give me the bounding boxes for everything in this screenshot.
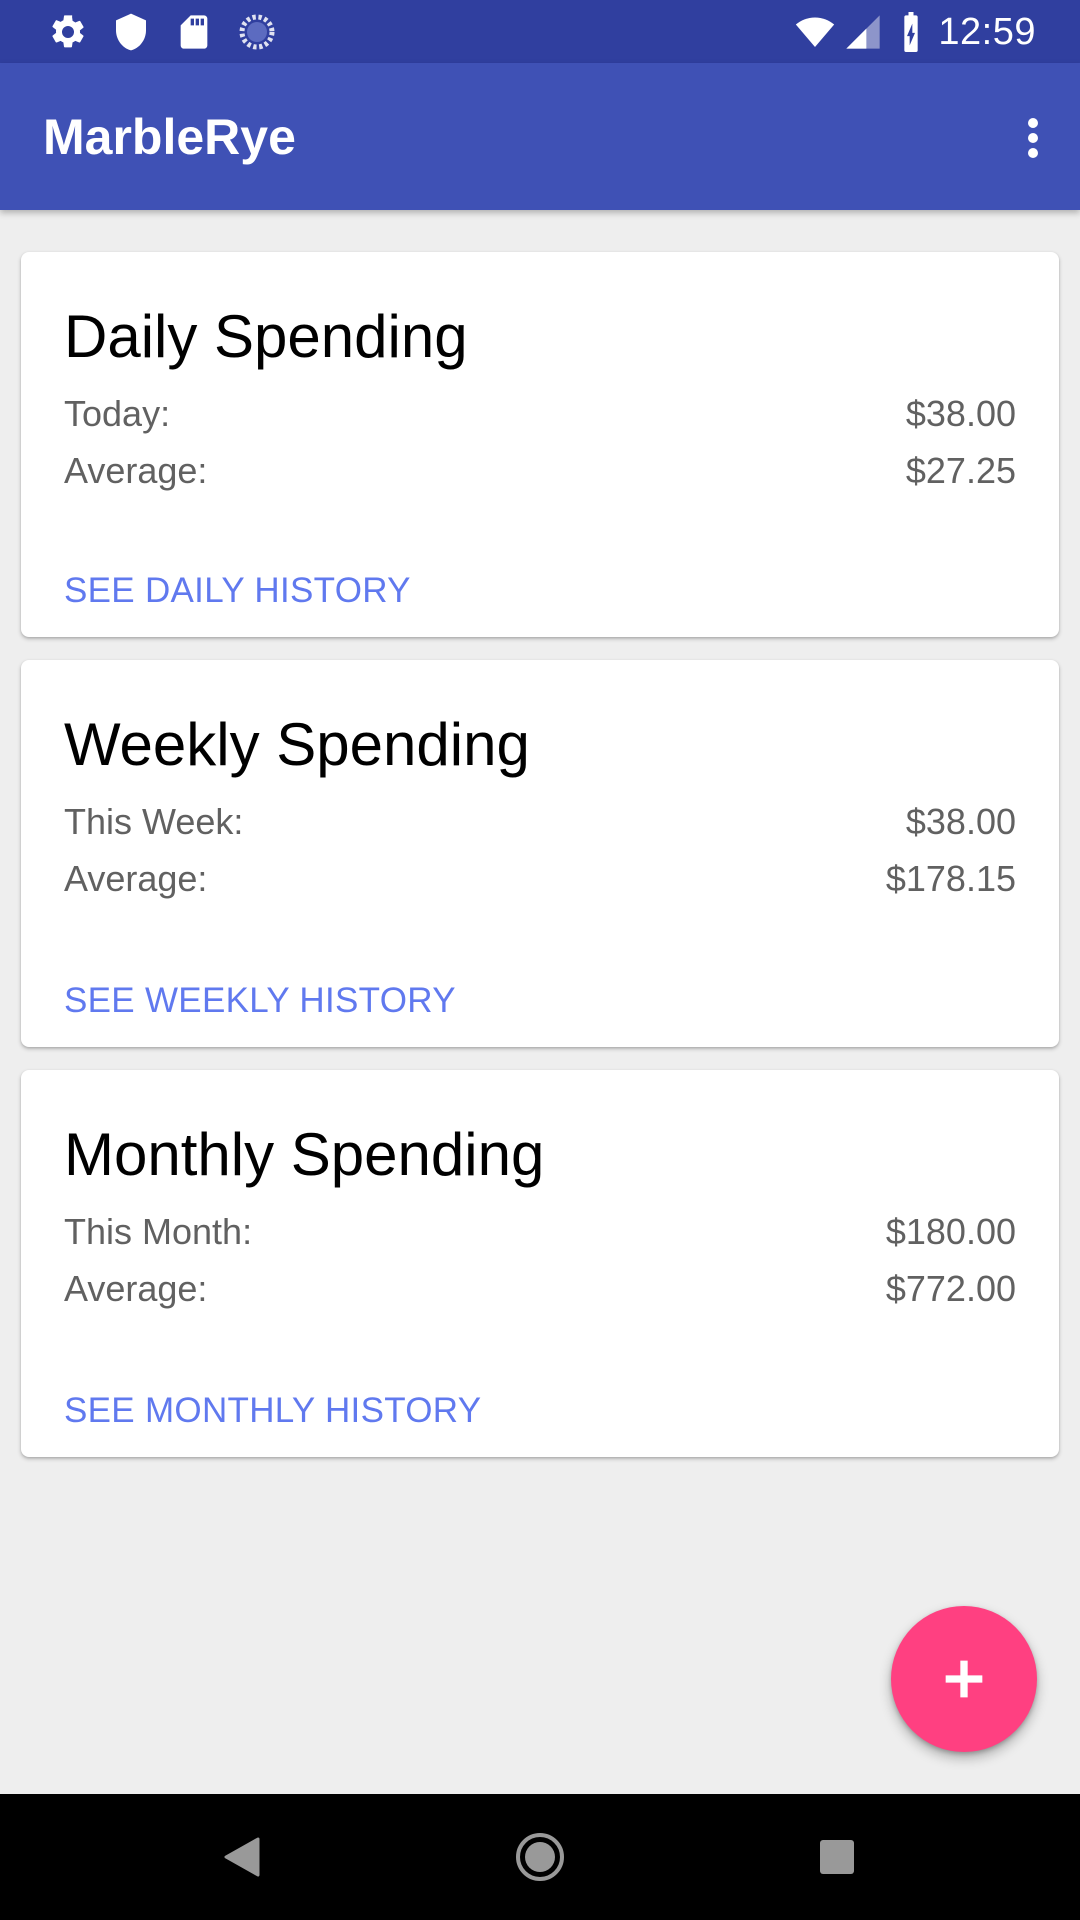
monthly-spending-card: Monthly Spending This Month: $180.00 Ave… (21, 1070, 1059, 1457)
weekly-average-value: $178.15 (885, 858, 1016, 899)
battery-charging-icon (896, 12, 926, 52)
sd-card-icon (174, 12, 214, 52)
wifi-icon (792, 12, 838, 52)
see-daily-history-link[interactable]: SEE DAILY HISTORY (64, 569, 411, 613)
add-expense-button[interactable] (891, 1606, 1037, 1752)
app-bar: MarbleRye (0, 63, 1080, 210)
status-bar: 12:59 (0, 0, 1080, 63)
monthly-average-label: Average: (64, 1268, 208, 1309)
card-title: Monthly Spending (64, 1121, 545, 1188)
weekly-spending-card: Weekly Spending This Week: $38.00 Averag… (21, 660, 1059, 1047)
card-title: Daily Spending (64, 303, 468, 370)
plus-icon (942, 1657, 986, 1701)
daily-average-label: Average: (64, 450, 208, 491)
see-monthly-history-link[interactable]: SEE MONTHLY HISTORY (64, 1389, 481, 1433)
today-value: $38.00 (905, 393, 1016, 434)
back-icon[interactable] (202, 1822, 282, 1892)
app-title: MarbleRye (43, 109, 296, 165)
monthly-average-value: $772.00 (885, 1268, 1016, 1309)
sync-icon (237, 12, 277, 52)
card-title: Weekly Spending (64, 711, 530, 778)
cell-signal-icon (843, 12, 883, 52)
settings-icon (48, 12, 88, 52)
see-weekly-history-link[interactable]: SEE WEEKLY HISTORY (64, 979, 456, 1023)
daily-average-value: $27.25 (905, 450, 1016, 491)
recents-icon[interactable] (797, 1822, 877, 1892)
home-icon[interactable] (500, 1822, 580, 1892)
status-time: 12:59 (938, 11, 1036, 53)
navigation-bar (0, 1794, 1080, 1920)
more-options-button[interactable] (1002, 103, 1062, 169)
this-week-label: This Week: (64, 801, 244, 842)
today-label: Today: (64, 393, 171, 434)
shield-icon (111, 12, 151, 52)
this-week-value: $38.00 (905, 801, 1016, 842)
this-month-value: $180.00 (885, 1211, 1016, 1252)
daily-spending-card: Daily Spending Today: $38.00 Average: $2… (21, 252, 1059, 637)
this-month-label: This Month: (64, 1211, 253, 1252)
weekly-average-label: Average: (64, 858, 208, 899)
